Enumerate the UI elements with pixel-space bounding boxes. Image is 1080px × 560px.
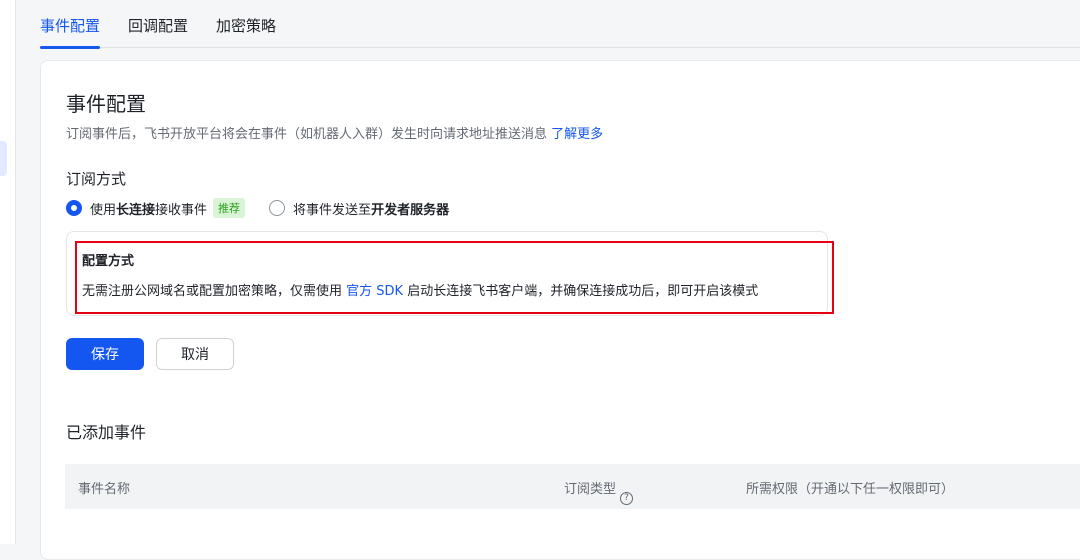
radio-label-bold: 长连接: [116, 202, 156, 218]
sidebar: [0, 0, 16, 544]
column-permissions: 所需权限（开通以下任一权限即可）: [746, 482, 955, 497]
description: 订阅事件后，飞书开放平台将会在事件（如机器人入群）发生时向请求地址推送消息 了解…: [66, 123, 603, 142]
sidebar-active-item[interactable]: [0, 141, 7, 176]
column-subscription-type: 订阅类型?: [564, 478, 634, 505]
recommended-badge: 推荐: [213, 198, 246, 218]
radio-label: 将事件发送至: [293, 202, 372, 218]
save-button[interactable]: 保存: [66, 338, 144, 370]
cancel-button[interactable]: 取消: [156, 338, 234, 370]
config-description: 无需注册公网域名或配置加密策略，仅需使用 官方 SDK 启动长连接飞书客户端，并…: [82, 280, 758, 299]
radio-label-bold: 开发者服务器: [371, 202, 450, 218]
tab-callback-config[interactable]: 回调配置: [128, 0, 188, 48]
subscribe-title: 订阅方式: [66, 170, 127, 188]
page-title: 事件配置: [66, 92, 146, 116]
radio-unchecked-icon: [269, 200, 286, 216]
help-icon[interactable]: ?: [620, 492, 634, 505]
learn-more-link[interactable]: 了解更多: [551, 127, 603, 142]
tab-encryption[interactable]: 加密策略: [216, 0, 276, 48]
official-sdk-link[interactable]: 官方 SDK: [346, 284, 403, 299]
description-text: 订阅事件后，飞书开放平台将会在事件（如机器人入群）发生时向请求地址推送消息: [66, 127, 548, 142]
radio-long-connection[interactable]: 使用 长连接 接收事件 推荐: [66, 198, 246, 218]
radio-checked-icon: [66, 200, 82, 216]
column-event-name: 事件名称: [78, 482, 131, 497]
config-text: 无需注册公网域名或配置加密策略，仅需使用: [82, 284, 347, 299]
radio-label: 使用: [90, 202, 117, 218]
radio-label: 接收事件: [155, 202, 208, 218]
added-events-title: 已添加事件: [66, 423, 147, 442]
config-text: 启动长连接飞书客户端，并确保连接成功后，即可开启该模式: [403, 284, 759, 299]
events-table-header: 事件名称 订阅类型? 所需权限（开通以下任一权限即可）: [65, 464, 1080, 509]
config-title: 配置方式: [82, 254, 135, 269]
highlight-annotation: [75, 241, 834, 314]
column-label: 订阅类型: [564, 482, 617, 497]
tab-event-config[interactable]: 事件配置: [40, 0, 101, 49]
radio-developer-server[interactable]: 将事件发送至 开发者服务器: [269, 199, 449, 218]
event-config-card: 事件配置 订阅事件后，飞书开放平台将会在事件（如机器人入群）发生时向请求地址推送…: [40, 60, 1080, 560]
tab-bar: 事件配置 回调配置 加密策略: [40, 0, 1080, 49]
